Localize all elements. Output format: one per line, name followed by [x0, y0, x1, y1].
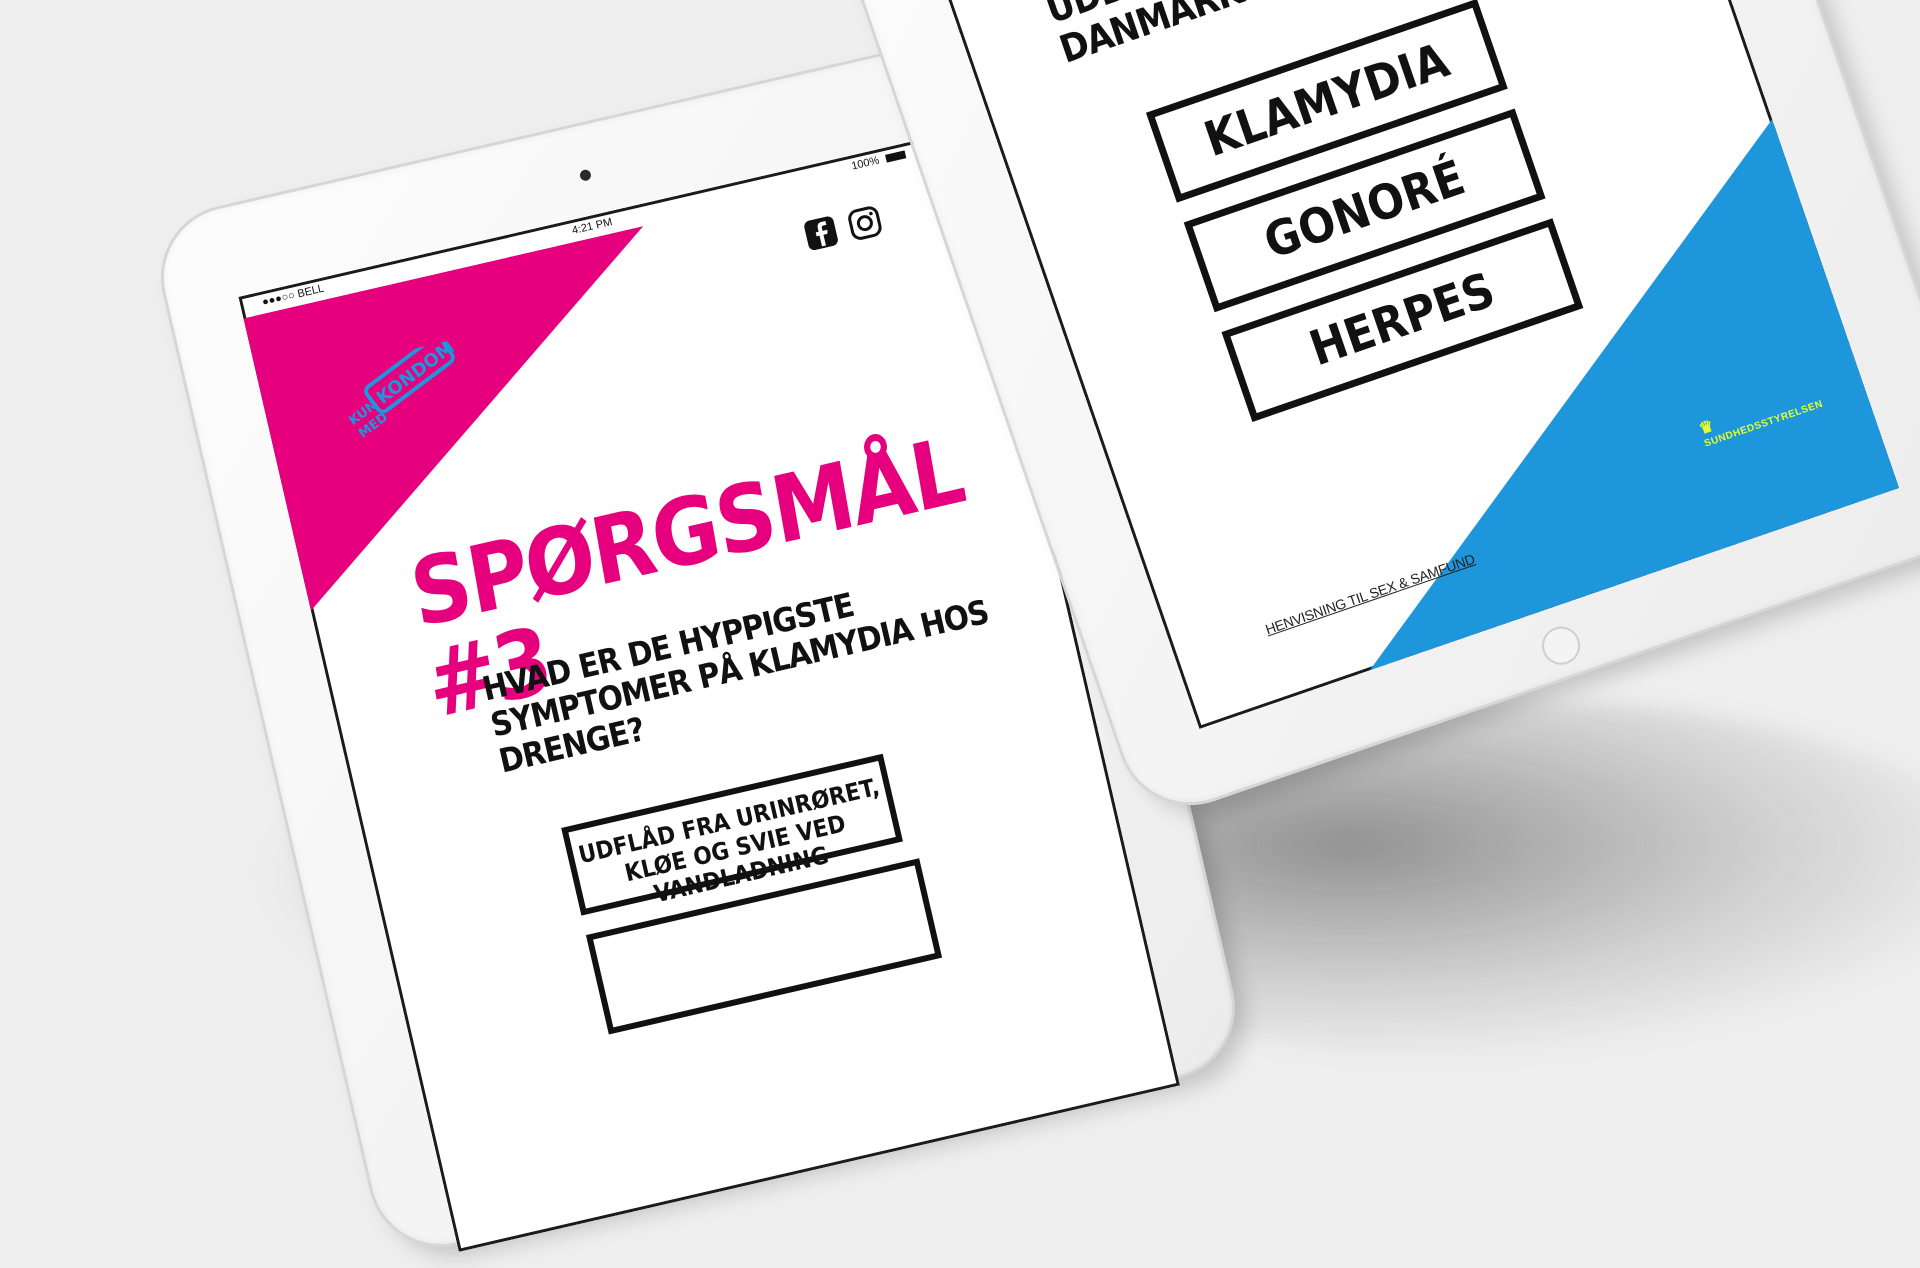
- home-button[interactable]: [1536, 621, 1586, 670]
- clock-label: 4:21 PM: [570, 216, 614, 238]
- instagram-icon[interactable]: [845, 203, 886, 244]
- battery-percent: 100%: [850, 154, 881, 173]
- battery-status: 100%: [850, 148, 907, 173]
- battery-icon: [885, 150, 907, 163]
- front-camera: [578, 168, 593, 182]
- facebook-icon[interactable]: [801, 213, 842, 254]
